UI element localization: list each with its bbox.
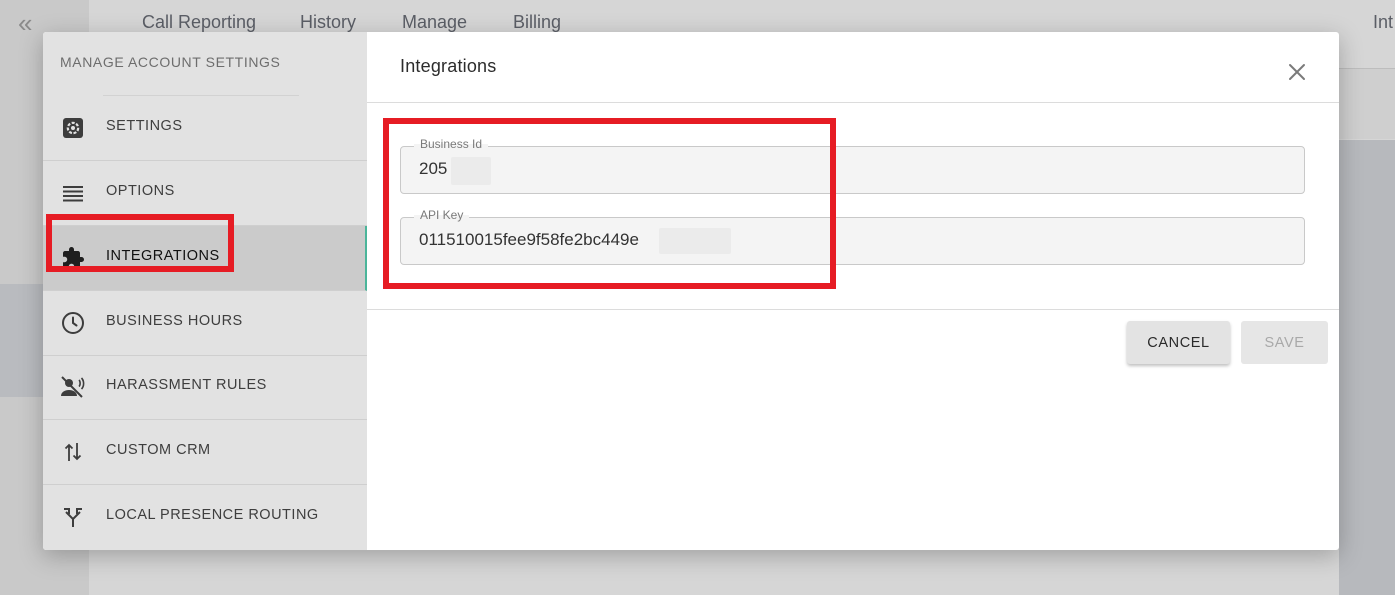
sidebar-item-label: CUSTOM CRM: [106, 442, 211, 458]
api-key-field[interactable]: API Key: [400, 208, 1305, 265]
panel-title: Integrations: [400, 56, 497, 76]
sidebar-item-label: OPTIONS: [106, 183, 175, 199]
collapse-sidebar-icon[interactable]: «: [18, 8, 33, 39]
business-id-label: Business Id: [414, 137, 489, 151]
gear-icon: [60, 115, 86, 141]
tab-integrations-partial[interactable]: Int: [1373, 12, 1393, 33]
sidebar-item-options[interactable]: OPTIONS: [43, 161, 367, 226]
sidebar-item-settings[interactable]: SETTINGS: [43, 96, 367, 161]
api-key-label: API Key: [414, 208, 470, 222]
sidebar-item-label: LOCAL PRESENCE ROUTING: [106, 507, 319, 523]
divider: [367, 102, 1339, 103]
divider: [367, 309, 1339, 310]
sidebar-item-label: SETTINGS: [106, 118, 183, 134]
sidebar-item-label: BUSINESS HOURS: [106, 313, 243, 329]
redaction-mask: [451, 157, 491, 185]
redaction-mask: [659, 228, 731, 254]
business-id-field[interactable]: Business Id: [400, 137, 1305, 194]
manage-account-settings-dialog: MANAGE ACCOUNT SETTINGS SETTINGS OPTIONS…: [43, 32, 1339, 550]
sidebar-item-label: INTEGRATIONS: [106, 248, 220, 264]
sidebar-item-business-hours[interactable]: BUSINESS HOURS: [43, 291, 367, 356]
clock-icon: [60, 310, 86, 336]
background-content-panel: [1339, 140, 1395, 595]
swap-vertical-icon: [60, 439, 86, 465]
settings-sidebar: MANAGE ACCOUNT SETTINGS SETTINGS OPTIONS…: [43, 32, 367, 550]
sidebar-item-local-presence-routing[interactable]: LOCAL PRESENCE ROUTING: [43, 485, 367, 549]
background-header-panel: [1339, 68, 1395, 139]
list-icon: [60, 180, 86, 206]
cancel-button[interactable]: CANCEL: [1127, 321, 1230, 364]
sidebar-item-integrations[interactable]: INTEGRATIONS: [43, 226, 367, 291]
voice-off-icon: [60, 374, 86, 400]
sidebar-item-label: HARASSMENT RULES: [106, 377, 267, 393]
business-id-input[interactable]: [419, 159, 1019, 179]
tab-billing[interactable]: Billing: [513, 12, 561, 33]
integrations-panel: Integrations Business Id API Key CANCEL …: [367, 32, 1339, 550]
tab-call-reporting[interactable]: Call Reporting: [142, 12, 256, 33]
puzzle-icon: [60, 245, 86, 271]
close-icon[interactable]: [1285, 60, 1309, 84]
sidebar-item-custom-crm[interactable]: CUSTOM CRM: [43, 420, 367, 485]
sidebar-item-harassment-rules[interactable]: HARASSMENT RULES: [43, 355, 367, 420]
fork-icon: [60, 504, 86, 530]
tab-history[interactable]: History: [300, 12, 356, 33]
tab-manage[interactable]: Manage: [402, 12, 467, 33]
sidebar-title: MANAGE ACCOUNT SETTINGS: [60, 54, 281, 70]
save-button[interactable]: SAVE: [1241, 321, 1328, 364]
